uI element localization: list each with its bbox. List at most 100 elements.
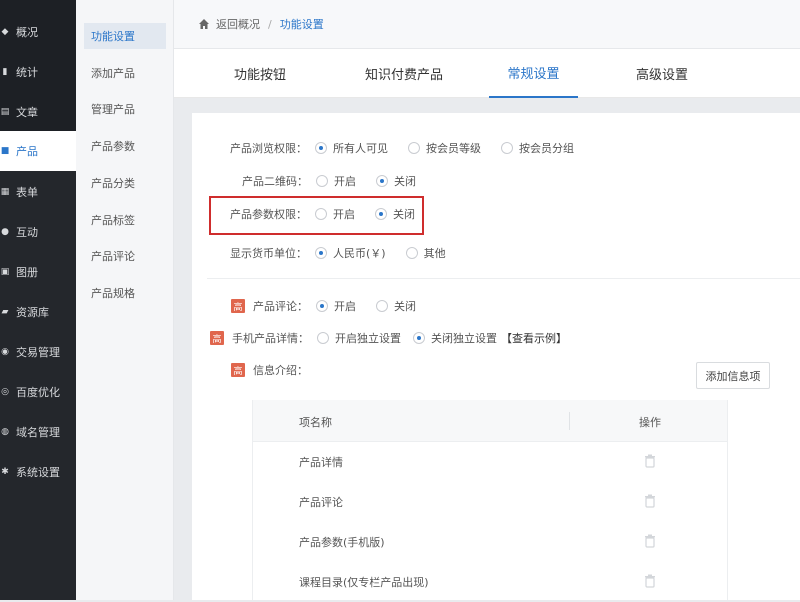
info-row: 高 信息介绍： <box>231 360 308 380</box>
sidebar-item-settings[interactable]: ✱ 系统设置 <box>0 452 76 492</box>
add-info-item-button[interactable]: 添加信息项 <box>696 362 770 389</box>
option-label: 人民币(￥) <box>333 247 386 260</box>
row-name: 产品参数(手机版) <box>299 536 385 549</box>
mobile-detail-option-off[interactable]: 关闭独立设置 <box>413 330 497 346</box>
radio-button[interactable] <box>501 142 513 154</box>
chat-icon: ● <box>1 227 9 237</box>
radio-button[interactable] <box>375 208 387 220</box>
submenu-item-manage-products[interactable]: 管理产品 <box>84 96 166 122</box>
sidebar-item-seo[interactable]: ◎ 百度优化 <box>0 372 76 412</box>
radio-button[interactable] <box>405 247 418 259</box>
submenu-item-feature-settings[interactable]: 功能设置 <box>84 23 166 49</box>
param-permission-label: 产品参数权限： <box>230 208 307 221</box>
qrcode-label: 产品二维码： <box>242 175 308 188</box>
radio-button[interactable] <box>408 142 420 154</box>
submenu-item-add-product[interactable]: 添加产品 <box>84 60 166 86</box>
submenu-item-product-comments[interactable]: 产品评论 <box>84 243 166 269</box>
option-label: 其他 <box>423 247 446 260</box>
comment-option-off[interactable]: 关闭 <box>376 298 416 314</box>
trash-icon[interactable] <box>644 494 656 508</box>
sidebar-item-label: 产品 <box>16 145 38 158</box>
table-row: 产品详情 <box>253 442 727 482</box>
browse-option-level[interactable]: 按会员等级 <box>408 140 481 156</box>
folder-icon: ▰ <box>1 307 9 317</box>
tab-knowledge-products[interactable]: 知识付费产品 <box>344 49 464 98</box>
radio-button[interactable] <box>315 208 327 220</box>
browse-permission-row: 产品浏览权限： 所有人可见 按会员等级 按会员分组 <box>230 138 594 158</box>
sidebar-item-label: 统计 <box>16 66 38 79</box>
radio-button[interactable] <box>376 300 388 312</box>
column-header-actions: 操作 <box>639 416 661 429</box>
trash-icon[interactable] <box>644 454 656 468</box>
sidebar-item-overview[interactable]: ◆ 概况 <box>0 12 76 52</box>
radio-button[interactable] <box>376 175 388 187</box>
tab-advanced-settings[interactable]: 高级设置 <box>622 49 702 98</box>
submenu-item-product-params[interactable]: 产品参数 <box>84 133 166 159</box>
breadcrumb-separator: / <box>268 17 272 31</box>
browse-option-group[interactable]: 按会员分组 <box>501 140 574 156</box>
globe-icon: ◍ <box>1 427 9 437</box>
currency-row: 显示货币单位： 人民币(￥) 其他 <box>230 243 466 263</box>
comment-row: 高 产品评论： 开启 关闭 <box>231 296 436 316</box>
option-label: 关闭独立设置 <box>431 332 497 345</box>
product-submenu: 功能设置 添加产品 管理产品 产品参数 产品分类 产品标签 产品评论 产品规格 <box>76 0 174 600</box>
sidebar-item-products[interactable]: ■ 产品 <box>0 131 76 171</box>
option-label: 开启独立设置 <box>335 332 401 345</box>
radio-button[interactable] <box>413 332 425 344</box>
tab-function-buttons[interactable]: 功能按钮 <box>210 49 310 98</box>
tab-general-settings[interactable]: 常规设置 <box>489 49 578 98</box>
submenu-item-product-tags[interactable]: 产品标签 <box>84 207 166 233</box>
advanced-badge: 高 <box>231 299 245 313</box>
row-name: 产品详情 <box>299 456 343 469</box>
sidebar-item-label: 文章 <box>16 106 38 119</box>
sidebar-item-articles[interactable]: ▤ 文章 <box>0 92 76 132</box>
table-header: 项名称 操作 <box>253 400 727 442</box>
table-row: 产品评论 <box>253 482 727 522</box>
submenu-item-product-specs[interactable]: 产品规格 <box>84 280 166 306</box>
sidebar-item-domains[interactable]: ◍ 域名管理 <box>0 412 76 452</box>
home-icon[interactable] <box>198 18 210 30</box>
submenu-item-product-categories[interactable]: 产品分类 <box>84 170 166 196</box>
radio-button[interactable] <box>316 300 328 312</box>
currency-label: 显示货币单位： <box>230 247 307 260</box>
param-option-off[interactable]: 关闭 <box>375 206 415 222</box>
sidebar-item-trade[interactable]: ◉ 交易管理 <box>0 332 76 372</box>
comment-option-on[interactable]: 开启 <box>316 298 356 314</box>
option-label: 开启 <box>334 300 356 313</box>
browse-option-all[interactable]: 所有人可见 <box>315 140 388 156</box>
sidebar-item-resources[interactable]: ▰ 资源库 <box>0 292 76 332</box>
radio-button[interactable] <box>315 142 327 154</box>
option-label: 关闭 <box>394 300 416 313</box>
sidebar-item-gallery[interactable]: ▣ 图册 <box>0 252 76 292</box>
currency-option-other[interactable]: 其他 <box>405 245 446 261</box>
sidebar-item-stats[interactable]: ▮ 统计 <box>0 52 76 92</box>
main-sidebar: ◆ 概况 ▮ 统计 ▤ 文章 ■ 产品 ▦ 表单 ● 互动 ▣ 图册 ▰ 资源库… <box>0 0 76 600</box>
mobile-detail-label: 手机产品详情： <box>232 332 309 345</box>
article-icon: ▤ <box>0 107 10 117</box>
param-option-on[interactable]: 开启 <box>315 206 355 222</box>
column-divider <box>569 412 570 430</box>
column-header-name: 项名称 <box>299 416 332 429</box>
sidebar-item-label: 域名管理 <box>16 426 60 439</box>
sidebar-item-interaction[interactable]: ● 互动 <box>0 212 76 252</box>
qrcode-option-off[interactable]: 关闭 <box>376 173 416 189</box>
mobile-detail-option-independent[interactable]: 开启独立设置 <box>317 330 401 346</box>
advanced-badge: 高 <box>210 331 224 345</box>
trash-icon[interactable] <box>644 574 656 588</box>
back-to-overview-link[interactable]: 返回概况 <box>216 16 260 32</box>
qrcode-option-on[interactable]: 开启 <box>316 173 356 189</box>
option-label: 按会员分组 <box>519 142 574 155</box>
option-label: 开启 <box>333 208 355 221</box>
sidebar-item-label: 系统设置 <box>16 466 60 479</box>
mobile-detail-row: 高 手机产品详情： 开启独立设置 关闭独立设置 【查看示例】 <box>210 328 567 348</box>
info-items-table: 项名称 操作 产品详情 产品评论 产品参数(手机版) 课程目录(仅专栏产品出现) <box>252 400 728 600</box>
radio-button[interactable] <box>317 332 329 344</box>
trash-icon[interactable] <box>644 534 656 548</box>
sidebar-item-forms[interactable]: ▦ 表单 <box>0 172 76 212</box>
currency-option-rmb[interactable]: 人民币(￥) <box>315 245 386 261</box>
radio-button[interactable] <box>316 175 328 187</box>
view-example-link[interactable]: 【查看示例】 <box>501 330 567 346</box>
settings-tabs: 功能按钮 知识付费产品 常规设置 高级设置 <box>174 49 800 98</box>
radio-button[interactable] <box>315 247 327 259</box>
form-icon: ▦ <box>0 187 10 197</box>
